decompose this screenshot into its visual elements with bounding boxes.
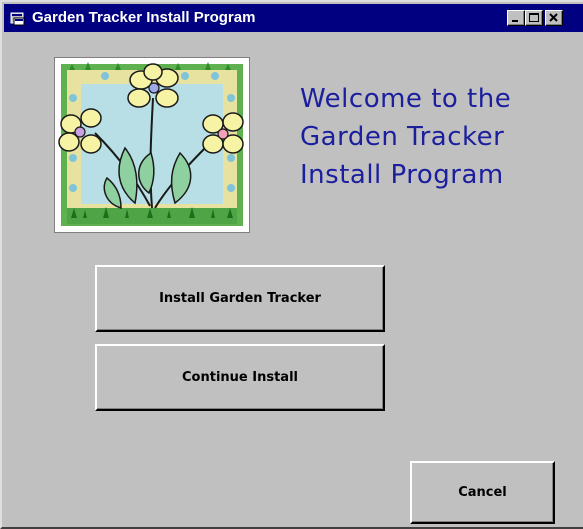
title-bar[interactable]: Garden Tracker Install Program — [4, 4, 583, 32]
window-title: Garden Tracker Install Program — [32, 9, 256, 26]
garden-logo — [54, 57, 250, 233]
close-button[interactable] — [545, 10, 563, 26]
app-icon — [10, 12, 25, 26]
cancel-button-label: Cancel — [458, 485, 507, 500]
maximize-icon — [529, 13, 539, 22]
continue-button-label: Continue Install — [182, 370, 298, 385]
minimize-icon — [512, 20, 518, 22]
continue-install-button[interactable]: Continue Install — [95, 344, 385, 411]
flowers-logo-icon — [58, 62, 244, 226]
cancel-button[interactable]: Cancel — [410, 461, 555, 524]
welcome-heading: Welcome to the Garden Tracker Install Pr… — [300, 84, 512, 190]
install-window: Garden Tracker Install Program Welcome t… — [0, 0, 583, 529]
close-icon — [549, 13, 558, 22]
maximize-button[interactable] — [525, 10, 543, 26]
install-button-label: Install Garden Tracker — [159, 291, 321, 306]
install-garden-tracker-button[interactable]: Install Garden Tracker — [95, 265, 385, 332]
minimize-button[interactable] — [507, 10, 525, 26]
